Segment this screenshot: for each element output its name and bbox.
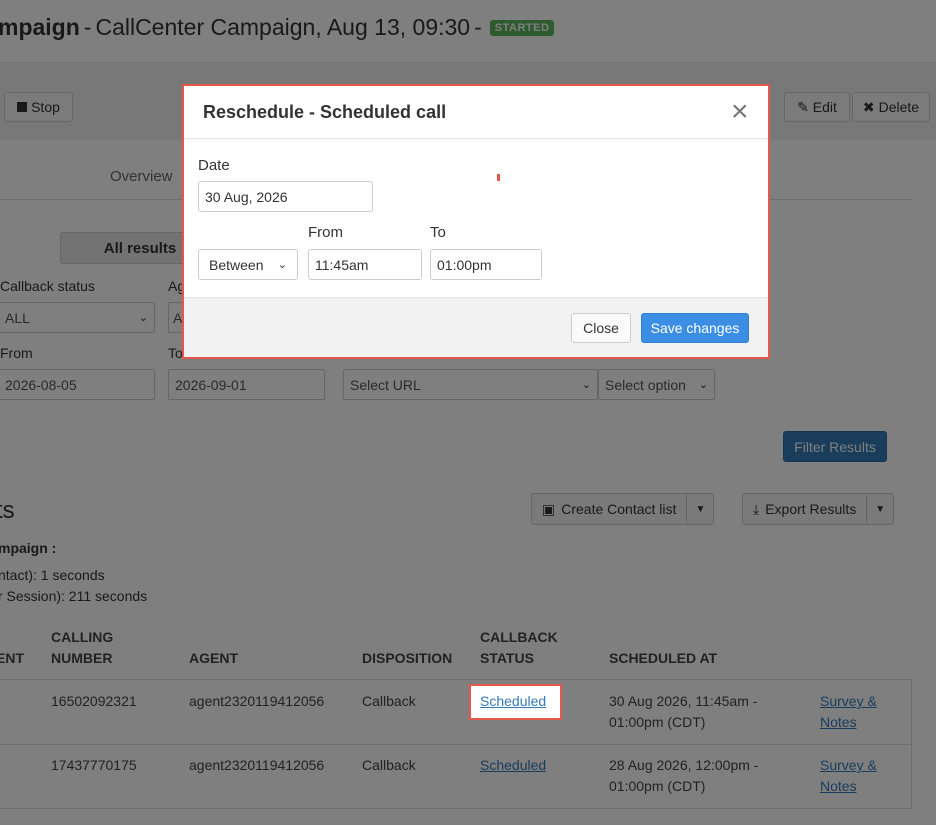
- to-time-input[interactable]: 01:00pm: [430, 249, 542, 280]
- close-button[interactable]: Close: [571, 313, 631, 343]
- range-mode-select[interactable]: Between ⌄: [198, 249, 298, 280]
- range-mode-value: Between: [209, 256, 264, 273]
- date-label: Date: [198, 157, 230, 174]
- date-input[interactable]: 30 Aug, 2026: [198, 181, 373, 212]
- modal-divider: [184, 138, 768, 139]
- from-time-input[interactable]: 11:45am: [308, 249, 422, 280]
- highlight-frame: [469, 684, 562, 720]
- modal-title: Reschedule - Scheduled call: [203, 102, 447, 122]
- close-icon[interactable]: ×: [731, 97, 749, 127]
- to-time-label: To: [430, 224, 446, 241]
- from-time-label: From: [308, 224, 343, 241]
- save-changes-button[interactable]: Save changes: [641, 313, 749, 343]
- chevron-down-icon: ⌄: [277, 259, 287, 271]
- page: mpaign - CallCenter Campaign, Aug 13, 09…: [0, 0, 936, 825]
- cursor-marker: [497, 174, 500, 181]
